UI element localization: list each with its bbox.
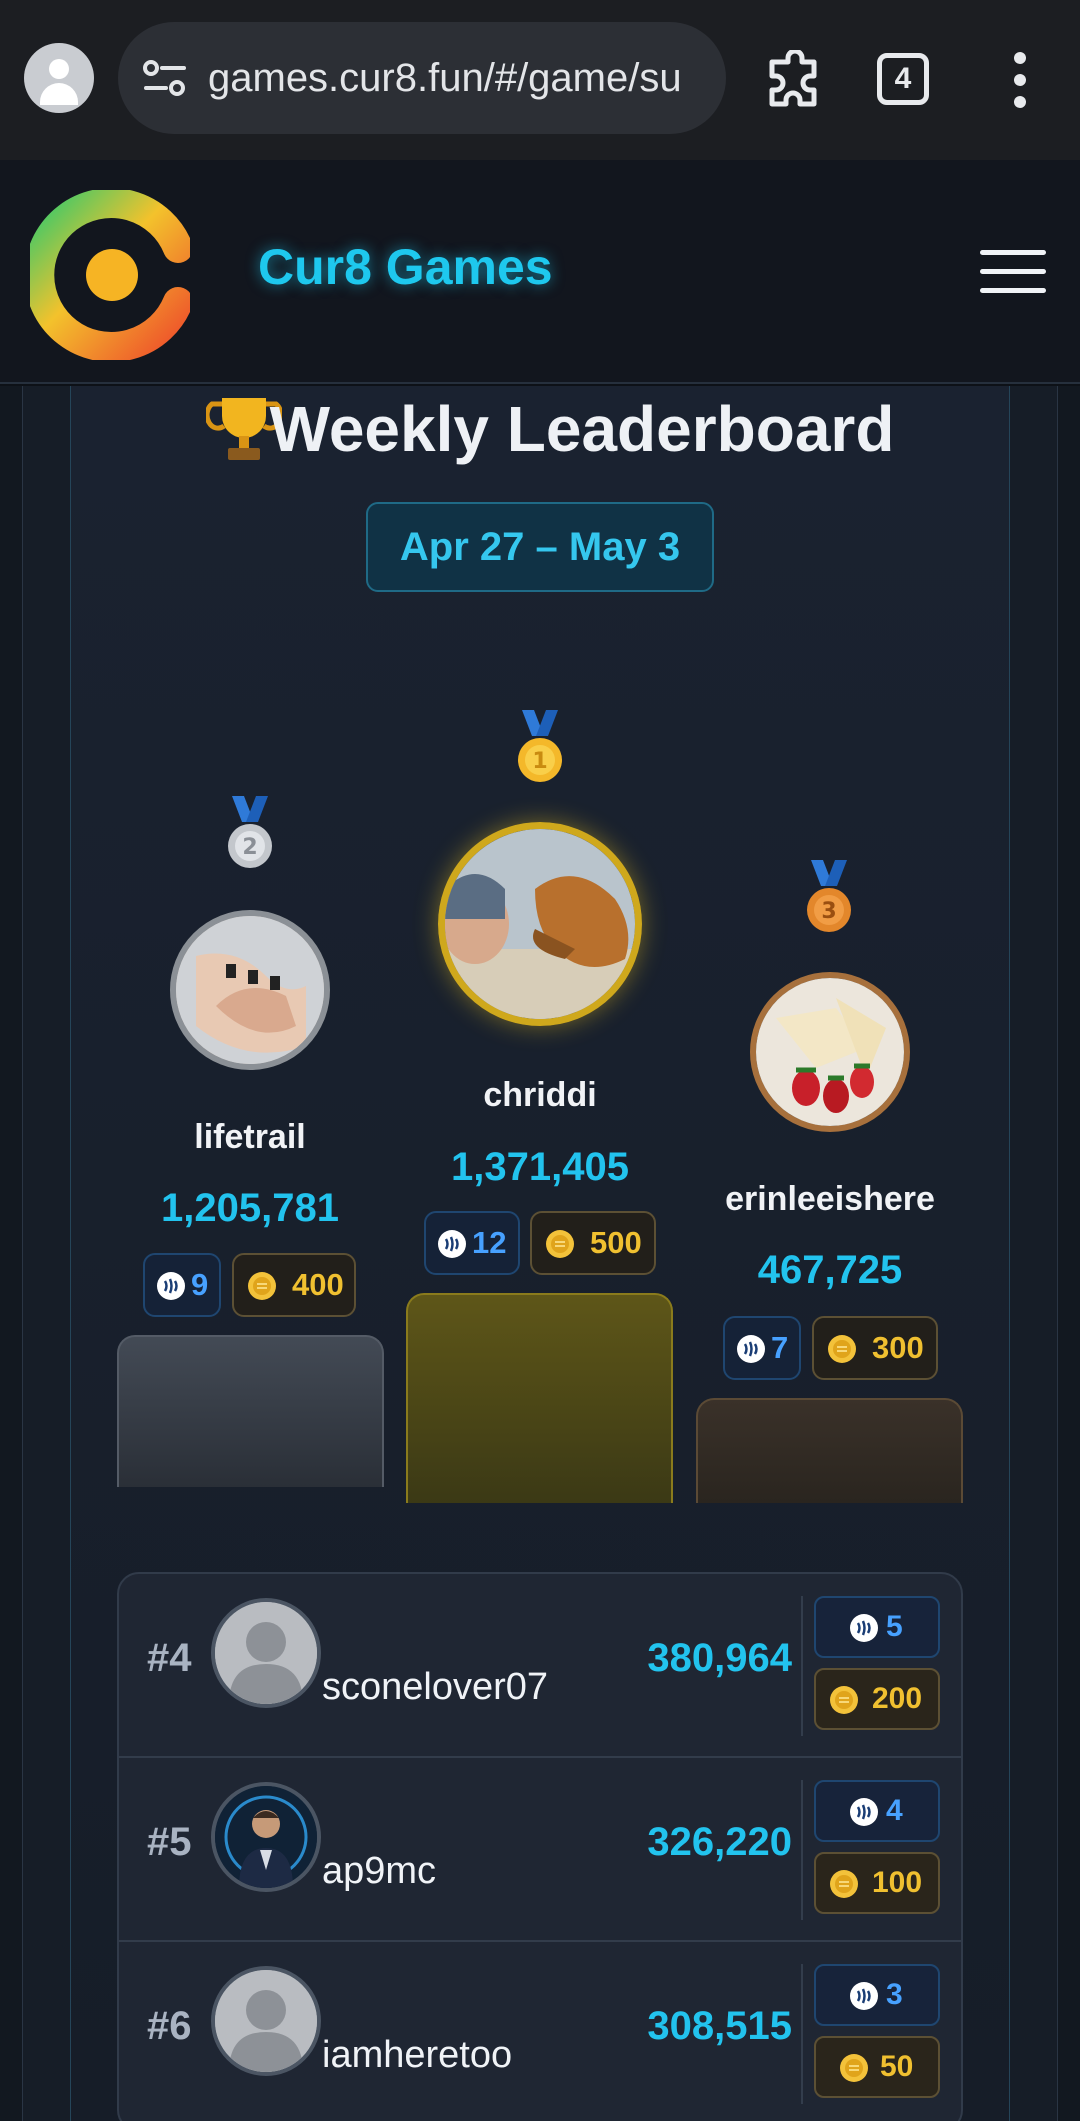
podium-avatar-2[interactable] (170, 910, 330, 1070)
user-photo-avatar[interactable] (211, 1782, 321, 1892)
podium-name-1: chriddi (483, 1076, 597, 1114)
row-divider (801, 1964, 803, 2104)
podium-name-2: lifetrail (194, 1118, 306, 1156)
url-text[interactable]: games.cur8.fun/#/game/su (208, 22, 708, 134)
ranking-table: #4 sconelover07 380,964 5 200 #5 ap9mc 3… (117, 1572, 963, 2121)
podium-steem-chip-1: 12 (424, 1211, 520, 1275)
coin-icon (840, 2054, 868, 2082)
podium-coin-chip-3: 300 (812, 1316, 938, 1380)
site-settings-icon[interactable] (142, 58, 188, 98)
cur8-logo[interactable] (30, 190, 190, 360)
svg-text:2: 2 (242, 835, 257, 860)
row-username[interactable]: sconelover07 (322, 1666, 548, 1709)
browser-toolbar: games.cur8.fun/#/game/su 4 (0, 0, 1080, 160)
row-steem-chip: 5 (814, 1596, 940, 1658)
svg-text:3: 3 (821, 899, 836, 924)
podium-score-3: 467,725 (757, 1248, 903, 1292)
table-row[interactable]: #6 iamheretoo 308,515 3 50 (119, 1942, 961, 2121)
profile-avatar-icon[interactable] (24, 43, 94, 113)
row-username[interactable]: ap9mc (322, 1850, 436, 1893)
extensions-puzzle-icon[interactable] (766, 50, 826, 110)
row-coin-chip: 100 (814, 1852, 940, 1914)
coin-icon (830, 1870, 858, 1898)
podium-score-2: 1,205,781 (161, 1186, 339, 1230)
more-menu-icon[interactable] (1010, 52, 1030, 108)
svg-text:1: 1 (532, 749, 547, 774)
default-avatar-icon[interactable] (211, 1966, 321, 2076)
gold-medal-icon: 1 (518, 710, 562, 782)
row-steem-chip: 4 (814, 1780, 940, 1842)
steem-icon (157, 1272, 185, 1300)
steem-icon (850, 1798, 878, 1826)
row-score: 326,220 (647, 1820, 792, 1864)
table-row[interactable]: #4 sconelover07 380,964 5 200 (119, 1574, 961, 1758)
podium-name-3: erinleeishere (725, 1180, 935, 1218)
row-divider (801, 1596, 803, 1736)
row-coin-chip: 200 (814, 1668, 940, 1730)
row-divider (801, 1780, 803, 1920)
leaderboard-title: Weekly Leaderboard (269, 393, 895, 465)
podium-block-1 (406, 1293, 673, 1503)
site-brand-title[interactable]: Cur8 Games (258, 238, 553, 296)
coin-icon (248, 1272, 276, 1300)
date-range-badge: Apr 27 – May 3 (366, 502, 714, 592)
row-coin-chip: 50 (814, 2036, 940, 2098)
podium-avatar-1[interactable] (438, 822, 642, 1026)
coin-icon (830, 1686, 858, 1714)
steem-icon (850, 1982, 878, 2010)
row-rank: #5 (147, 1820, 192, 1864)
podium-steem-chip-3: 7 (723, 1316, 801, 1380)
steem-icon (438, 1230, 466, 1258)
address-bar[interactable]: games.cur8.fun/#/game/su (118, 22, 726, 134)
podium-steem-chip-2: 9 (143, 1253, 221, 1317)
podium-avatar-3[interactable] (750, 972, 910, 1132)
podium-coin-chip-2: 400 (232, 1253, 356, 1317)
podium-coin-chip-1: 500 (530, 1211, 656, 1275)
podium-block-2 (117, 1335, 384, 1487)
row-rank: #6 (147, 2004, 192, 2048)
row-rank: #4 (147, 1636, 192, 1680)
hamburger-menu-icon[interactable] (980, 250, 1046, 300)
row-username[interactable]: iamheretoo (322, 2034, 512, 2077)
steem-icon (737, 1335, 765, 1363)
bronze-medal-icon: 3 (807, 860, 851, 932)
default-avatar-icon[interactable] (211, 1598, 321, 1708)
podium-score-1: 1,371,405 (451, 1145, 629, 1189)
steem-icon (850, 1614, 878, 1642)
row-steem-chip: 3 (814, 1964, 940, 2026)
silver-medal-icon: 2 (228, 796, 272, 868)
site-header: Cur8 Games (0, 160, 1080, 384)
table-row[interactable]: #5 ap9mc 326,220 4 100 (119, 1758, 961, 1942)
row-score: 308,515 (647, 2004, 792, 2048)
row-score: 380,964 (647, 1636, 792, 1680)
podium-block-3 (696, 1398, 963, 1503)
coin-icon (546, 1230, 574, 1258)
tab-switcher-button[interactable]: 4 (877, 53, 929, 105)
coin-icon (828, 1335, 856, 1363)
